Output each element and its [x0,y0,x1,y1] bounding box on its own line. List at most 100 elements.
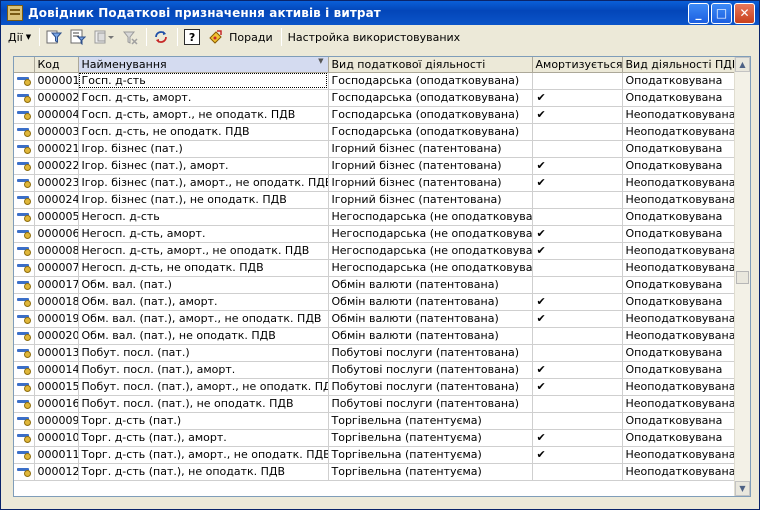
row-element-icon [14,412,35,430]
tips-button[interactable]: Поради [205,27,275,47]
filter-icon [46,30,63,44]
table-row[interactable]: 000013 Побут. посл. (пат.) Побутові послуг… [14,344,737,362]
catalog-item-icon [17,329,31,341]
cell-name: Обм. вал. (пат.), аморт. [78,293,329,311]
catalog-item-icon [17,74,31,86]
refresh-icon [155,31,168,43]
table-row[interactable]: 000014 Побут. посл. (пат.), аморт. Побутов… [14,361,737,379]
header-name-label: Найменування [81,57,167,71]
table-row[interactable]: 000010 Торг. д-сть (пат.), аморт. Торгівел… [14,429,737,447]
header-activity[interactable]: Вид податкової діяльності [328,57,533,73]
table-row[interactable]: 000015 Побут. посл. (пат.), аморт., не оп… [14,378,737,396]
toolbar: Дії ▼ ? Поради Настройка використовувани… [5,26,757,48]
cell-name: Ігор. бізнес (пат.), аморт. [78,157,329,175]
table-row[interactable]: 000022 Ігор. бізнес (пат.), аморт. Ігорний… [14,157,737,175]
clear-filter-button[interactable] [119,27,141,47]
cell-vat: Оподатковувана [622,412,737,430]
cell-vat: Неоподатковувана [622,446,737,464]
table-row[interactable]: 000006 Негосп. д-сть, аморт. Негосподарськ… [14,225,737,243]
row-element-icon [14,191,35,209]
cell-activity: Побутові послуги (патентована) [328,361,533,379]
cell-amortized [532,123,623,141]
table-row[interactable]: 000003 Госп. д-сть, не оподатк. ПДВ Господ… [14,123,737,141]
table-row[interactable]: 000012 Торг. д-сть (пат.), не оподатк. ПД… [14,463,737,481]
scroll-up-button[interactable]: ▲ [735,57,750,72]
row-element-icon [14,208,35,226]
row-element-icon [14,157,35,175]
catalog-item-icon [17,465,31,477]
filter-history-button[interactable] [91,27,117,47]
table-row[interactable]: 000011 Торг. д-сть (пат.), аморт., не опо… [14,446,737,464]
cell-code: 000018 [34,293,79,311]
cell-activity: Побутові послуги (патентована) [328,344,533,362]
cell-name: Торг. д-сть (пат.), не оподатк. ПДВ [78,463,329,481]
header-code[interactable]: Код [34,57,79,73]
cell-code: 000019 [34,310,79,328]
row-element-icon [14,395,35,413]
settings-used-button[interactable]: Настройка використовуваних [285,27,464,47]
cell-activity: Ігорний бізнес (патентована) [328,140,533,158]
catalog-item-icon [17,193,31,205]
cell-amortized [532,140,623,158]
row-element-icon [14,344,35,362]
table-row[interactable]: 000002 Госп. д-сть, аморт. Господарська (о… [14,89,737,107]
cell-activity: Ігорний бізнес (патентована) [328,174,533,192]
cell-amortized [532,344,623,362]
table-row[interactable]: 000005 Негосп. д-сть Негосподарська (не оп… [14,208,737,226]
cell-code: 000021 [34,140,79,158]
cell-vat: Оподатковувана [622,208,737,226]
cell-code: 000009 [34,412,79,430]
row-element-icon [14,72,35,90]
actions-menu-button[interactable]: Дії ▼ [5,27,34,47]
filter-select-button[interactable] [67,27,89,47]
cell-name: Торг. д-сть (пат.), аморт., не оподатк. … [78,446,329,464]
cell-name: Обм. вал. (пат.) [78,276,329,294]
header-icon-column [14,57,35,73]
table-row[interactable]: 000009 Торг. д-сть (пат.) Торгівельна (пат… [14,412,737,430]
table-row[interactable]: 000004 Госп. д-сть, аморт., не оподатк. П… [14,106,737,124]
vertical-scrollbar[interactable]: ▲ ▼ [734,57,750,496]
table-row[interactable]: 000018 Обм. вал. (пат.), аморт. Обмін валю… [14,293,737,311]
cell-name: Ігор. бізнес (пат.), не оподатк. ПДВ [78,191,329,209]
tips-icon [209,30,222,44]
scroll-up-icon: ▲ [739,60,746,69]
maximize-button[interactable]: □ [711,2,732,24]
cell-vat: Неоподатковувана [622,463,737,481]
catalog-item-icon [17,108,31,120]
close-button[interactable]: ✕ [734,2,755,24]
cell-name: Побут. посл. (пат.), аморт., не оподатк.… [78,378,329,396]
catalog-item-icon [17,346,31,358]
row-element-icon [14,89,35,107]
title-bar[interactable]: Довідник Податкові призначення активів і… [1,1,759,25]
table-row[interactable]: 000016 Побут. посл. (пат.), не оподатк. П… [14,395,737,413]
minimize-button[interactable]: _ [688,2,709,24]
cell-vat: Неоподатковувана [622,378,737,396]
table-row[interactable]: 000020 Обм. вал. (пат.), не оподатк. ПДВ О… [14,327,737,345]
filter-list-icon [70,29,87,45]
scroll-thumb[interactable] [736,271,749,284]
cell-activity: Торгівельна (патентуєма) [328,463,533,481]
catalog-item-icon [17,176,31,188]
table-row[interactable]: 000023 Ігор. бізнес (пат.), аморт., не оп… [14,174,737,192]
row-element-icon [14,259,35,277]
header-vat[interactable]: Вид діяльності ПДВ [622,57,737,73]
catalog-table[interactable]: Код Найменування ▼ Вид податкової діяльн… [13,56,751,497]
catalog-item-icon [17,142,31,154]
scroll-down-button[interactable]: ▼ [735,481,750,496]
filter-button[interactable] [43,27,65,47]
table-row[interactable]: 000017 Обм. вал. (пат.) Обмін валюти (пате… [14,276,737,294]
cell-amortized [532,259,623,277]
help-button[interactable]: ? [181,27,203,47]
table-row[interactable]: 000008 Негосп. д-сть, аморт., не оподатк.… [14,242,737,260]
header-name[interactable]: Найменування ▼ [78,57,329,73]
refresh-button[interactable] [150,27,172,47]
table-row[interactable]: 000021 Ігор. бізнес (пат.) Ігорний бізнес … [14,140,737,158]
header-amortized[interactable]: Амортизується [532,57,623,73]
row-element-icon [14,463,35,481]
table-row[interactable]: 000007 Негосп. д-сть, не оподатк. ПДВ Него… [14,259,737,277]
catalog-item-icon [17,91,31,103]
table-row[interactable]: 000024 Ігор. бізнес (пат.), не оподатк. П… [14,191,737,209]
toolbar-separator [280,28,282,46]
table-row[interactable]: 000001 Госп. д-сть Господарська (оподатков… [14,72,737,90]
table-row[interactable]: 000019 Обм. вал. (пат.), аморт., не опода… [14,310,737,328]
